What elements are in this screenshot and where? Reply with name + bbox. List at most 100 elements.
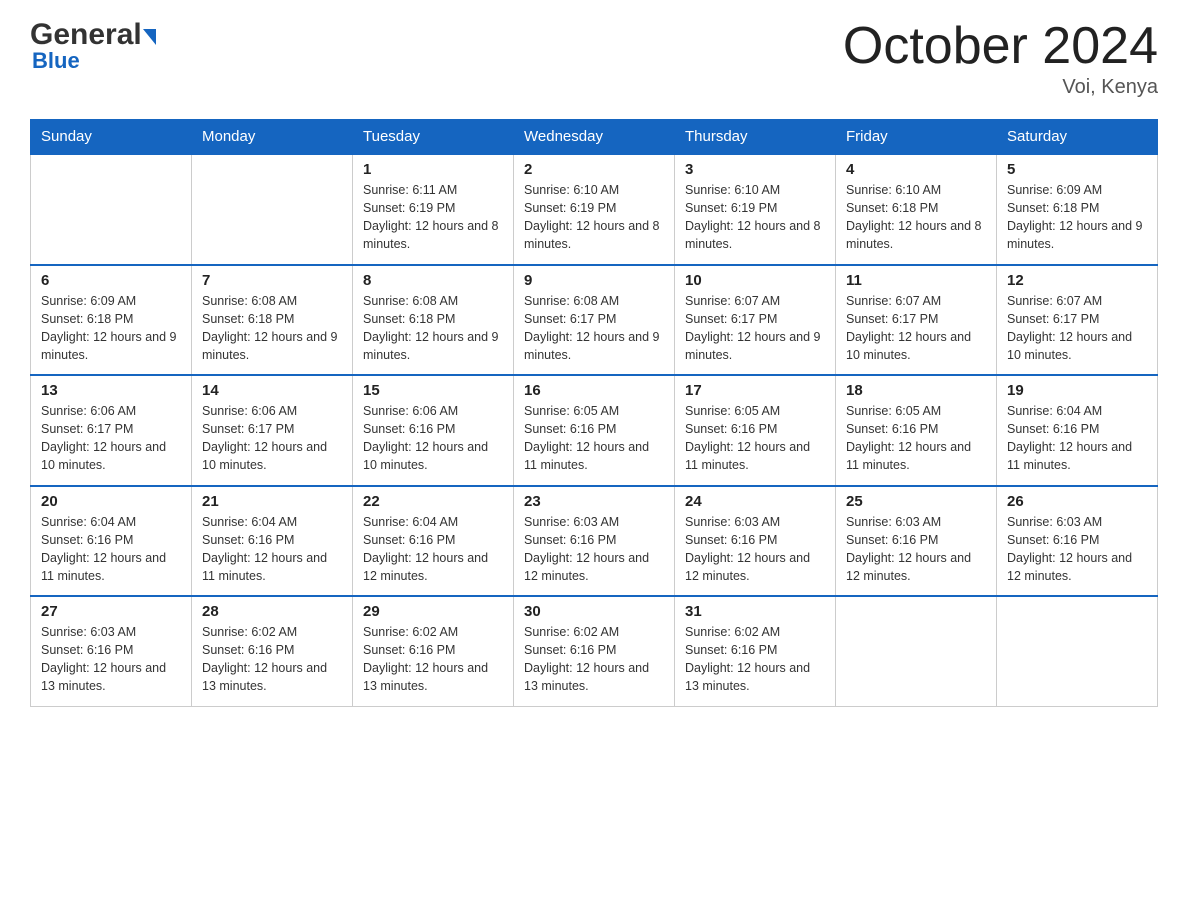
day-info: Sunrise: 6:02 AMSunset: 6:16 PMDaylight:… xyxy=(363,623,503,696)
page-header: General Blue October 2024 Voi, Kenya xyxy=(30,20,1158,99)
day-number: 8 xyxy=(363,272,503,289)
weekday-header-sunday: Sunday xyxy=(31,120,192,155)
calendar-table: SundayMondayTuesdayWednesdayThursdayFrid… xyxy=(30,119,1158,707)
calendar-cell: 21 Sunrise: 6:04 AMSunset: 6:16 PMDayligh… xyxy=(192,486,353,597)
calendar-cell: 16 Sunrise: 6:05 AMSunset: 6:16 PMDayligh… xyxy=(514,375,675,486)
day-info: Sunrise: 6:02 AMSunset: 6:16 PMDaylight:… xyxy=(685,623,825,696)
calendar-cell xyxy=(997,596,1158,706)
calendar-cell: 18Sunrise: 6:05 AMSunset: 6:16 PMDayligh… xyxy=(836,375,997,486)
day-info: Sunrise: 6:10 AMSunset: 6:18 PMDaylight:… xyxy=(846,181,986,254)
calendar-cell: 11Sunrise: 6:07 AMSunset: 6:17 PMDayligh… xyxy=(836,265,997,376)
day-info: Sunrise: 6:03 AMSunset: 6:16 PMDaylight:… xyxy=(524,513,664,586)
day-number: 21 xyxy=(202,493,342,510)
day-number: 3 xyxy=(685,161,825,178)
calendar-cell: 22 Sunrise: 6:04 AMSunset: 6:16 PMDayligh… xyxy=(353,486,514,597)
day-info: Sunrise: 6:10 AMSunset: 6:19 PMDaylight:… xyxy=(524,181,664,254)
day-number: 7 xyxy=(202,272,342,289)
calendar-week-3: 13 Sunrise: 6:06 AMSunset: 6:17 PMDayligh… xyxy=(31,375,1158,486)
day-number: 16 xyxy=(524,382,664,399)
day-number: 22 xyxy=(363,493,503,510)
weekday-header-wednesday: Wednesday xyxy=(514,120,675,155)
day-info: Sunrise: 6:04 AMSunset: 6:16 PMDaylight:… xyxy=(363,513,503,586)
logo-triangle-icon xyxy=(143,29,156,45)
day-info: Sunrise: 6:03 AMSunset: 6:16 PMDaylight:… xyxy=(1007,513,1147,586)
day-number: 24 xyxy=(685,493,825,510)
location: Voi, Kenya xyxy=(843,76,1158,99)
day-info: Sunrise: 6:08 AMSunset: 6:18 PMDaylight:… xyxy=(202,292,342,365)
logo-general-text: General xyxy=(30,20,142,50)
calendar-cell: 23 Sunrise: 6:03 AMSunset: 6:16 PMDayligh… xyxy=(514,486,675,597)
calendar-cell: 28 Sunrise: 6:02 AMSunset: 6:16 PMDayligh… xyxy=(192,596,353,706)
day-info: Sunrise: 6:10 AMSunset: 6:19 PMDaylight:… xyxy=(685,181,825,254)
calendar-cell xyxy=(192,154,353,265)
calendar-cell xyxy=(31,154,192,265)
calendar-cell: 26 Sunrise: 6:03 AMSunset: 6:16 PMDayligh… xyxy=(997,486,1158,597)
day-info: Sunrise: 6:08 AMSunset: 6:18 PMDaylight:… xyxy=(363,292,503,365)
day-number: 5 xyxy=(1007,161,1147,178)
weekday-header-saturday: Saturday xyxy=(997,120,1158,155)
calendar-cell: 27Sunrise: 6:03 AMSunset: 6:16 PMDayligh… xyxy=(31,596,192,706)
calendar-cell: 24Sunrise: 6:03 AMSunset: 6:16 PMDayligh… xyxy=(675,486,836,597)
calendar-cell: 29 Sunrise: 6:02 AMSunset: 6:16 PMDayligh… xyxy=(353,596,514,706)
day-number: 13 xyxy=(41,382,181,399)
day-number: 28 xyxy=(202,603,342,620)
calendar-cell: 3 Sunrise: 6:10 AMSunset: 6:19 PMDaylight… xyxy=(675,154,836,265)
day-info: Sunrise: 6:04 AMSunset: 6:16 PMDaylight:… xyxy=(1007,402,1147,475)
day-info: Sunrise: 6:07 AMSunset: 6:17 PMDaylight:… xyxy=(685,292,825,365)
day-info: Sunrise: 6:05 AMSunset: 6:16 PMDaylight:… xyxy=(685,402,825,475)
day-number: 11 xyxy=(846,272,986,289)
day-number: 18 xyxy=(846,382,986,399)
day-info: Sunrise: 6:09 AMSunset: 6:18 PMDaylight:… xyxy=(1007,181,1147,254)
weekday-header-tuesday: Tuesday xyxy=(353,120,514,155)
day-number: 2 xyxy=(524,161,664,178)
day-number: 30 xyxy=(524,603,664,620)
day-number: 27 xyxy=(41,603,181,620)
weekday-header-friday: Friday xyxy=(836,120,997,155)
day-number: 14 xyxy=(202,382,342,399)
calendar-cell: 8 Sunrise: 6:08 AMSunset: 6:18 PMDaylight… xyxy=(353,265,514,376)
day-number: 12 xyxy=(1007,272,1147,289)
logo-blue-text: Blue xyxy=(32,48,80,74)
day-info: Sunrise: 6:06 AMSunset: 6:16 PMDaylight:… xyxy=(363,402,503,475)
day-info: Sunrise: 6:02 AMSunset: 6:16 PMDaylight:… xyxy=(524,623,664,696)
calendar-cell: 7 Sunrise: 6:08 AMSunset: 6:18 PMDaylight… xyxy=(192,265,353,376)
calendar-cell: 5 Sunrise: 6:09 AMSunset: 6:18 PMDaylight… xyxy=(997,154,1158,265)
day-number: 10 xyxy=(685,272,825,289)
day-info: Sunrise: 6:11 AMSunset: 6:19 PMDaylight:… xyxy=(363,181,503,254)
day-info: Sunrise: 6:07 AMSunset: 6:17 PMDaylight:… xyxy=(1007,292,1147,365)
day-info: Sunrise: 6:05 AMSunset: 6:16 PMDaylight:… xyxy=(524,402,664,475)
title-block: October 2024 Voi, Kenya xyxy=(843,20,1158,99)
day-number: 19 xyxy=(1007,382,1147,399)
day-number: 6 xyxy=(41,272,181,289)
calendar-cell: 17Sunrise: 6:05 AMSunset: 6:16 PMDayligh… xyxy=(675,375,836,486)
day-number: 25 xyxy=(846,493,986,510)
day-number: 29 xyxy=(363,603,503,620)
day-info: Sunrise: 6:06 AMSunset: 6:17 PMDaylight:… xyxy=(41,402,181,475)
calendar-cell: 30 Sunrise: 6:02 AMSunset: 6:16 PMDayligh… xyxy=(514,596,675,706)
weekday-header-thursday: Thursday xyxy=(675,120,836,155)
calendar-cell: 20Sunrise: 6:04 AMSunset: 6:16 PMDayligh… xyxy=(31,486,192,597)
calendar-cell: 10 Sunrise: 6:07 AMSunset: 6:17 PMDayligh… xyxy=(675,265,836,376)
calendar-cell: 25 Sunrise: 6:03 AMSunset: 6:16 PMDayligh… xyxy=(836,486,997,597)
day-number: 4 xyxy=(846,161,986,178)
day-number: 31 xyxy=(685,603,825,620)
day-info: Sunrise: 6:02 AMSunset: 6:16 PMDaylight:… xyxy=(202,623,342,696)
day-info: Sunrise: 6:04 AMSunset: 6:16 PMDaylight:… xyxy=(41,513,181,586)
day-info: Sunrise: 6:03 AMSunset: 6:16 PMDaylight:… xyxy=(846,513,986,586)
calendar-cell: 13 Sunrise: 6:06 AMSunset: 6:17 PMDayligh… xyxy=(31,375,192,486)
day-info: Sunrise: 6:04 AMSunset: 6:16 PMDaylight:… xyxy=(202,513,342,586)
day-info: Sunrise: 6:06 AMSunset: 6:17 PMDaylight:… xyxy=(202,402,342,475)
calendar-cell: 4 Sunrise: 6:10 AMSunset: 6:18 PMDaylight… xyxy=(836,154,997,265)
calendar-cell: 12 Sunrise: 6:07 AMSunset: 6:17 PMDayligh… xyxy=(997,265,1158,376)
calendar-cell: 19 Sunrise: 6:04 AMSunset: 6:16 PMDayligh… xyxy=(997,375,1158,486)
calendar-cell: 14 Sunrise: 6:06 AMSunset: 6:17 PMDayligh… xyxy=(192,375,353,486)
day-number: 23 xyxy=(524,493,664,510)
calendar-week-2: 6 Sunrise: 6:09 AMSunset: 6:18 PMDaylight… xyxy=(31,265,1158,376)
day-number: 15 xyxy=(363,382,503,399)
day-number: 26 xyxy=(1007,493,1147,510)
calendar-week-5: 27Sunrise: 6:03 AMSunset: 6:16 PMDayligh… xyxy=(31,596,1158,706)
calendar-cell: 15 Sunrise: 6:06 AMSunset: 6:16 PMDayligh… xyxy=(353,375,514,486)
calendar-cell xyxy=(836,596,997,706)
calendar-cell: 2 Sunrise: 6:10 AMSunset: 6:19 PMDaylight… xyxy=(514,154,675,265)
day-info: Sunrise: 6:09 AMSunset: 6:18 PMDaylight:… xyxy=(41,292,181,365)
